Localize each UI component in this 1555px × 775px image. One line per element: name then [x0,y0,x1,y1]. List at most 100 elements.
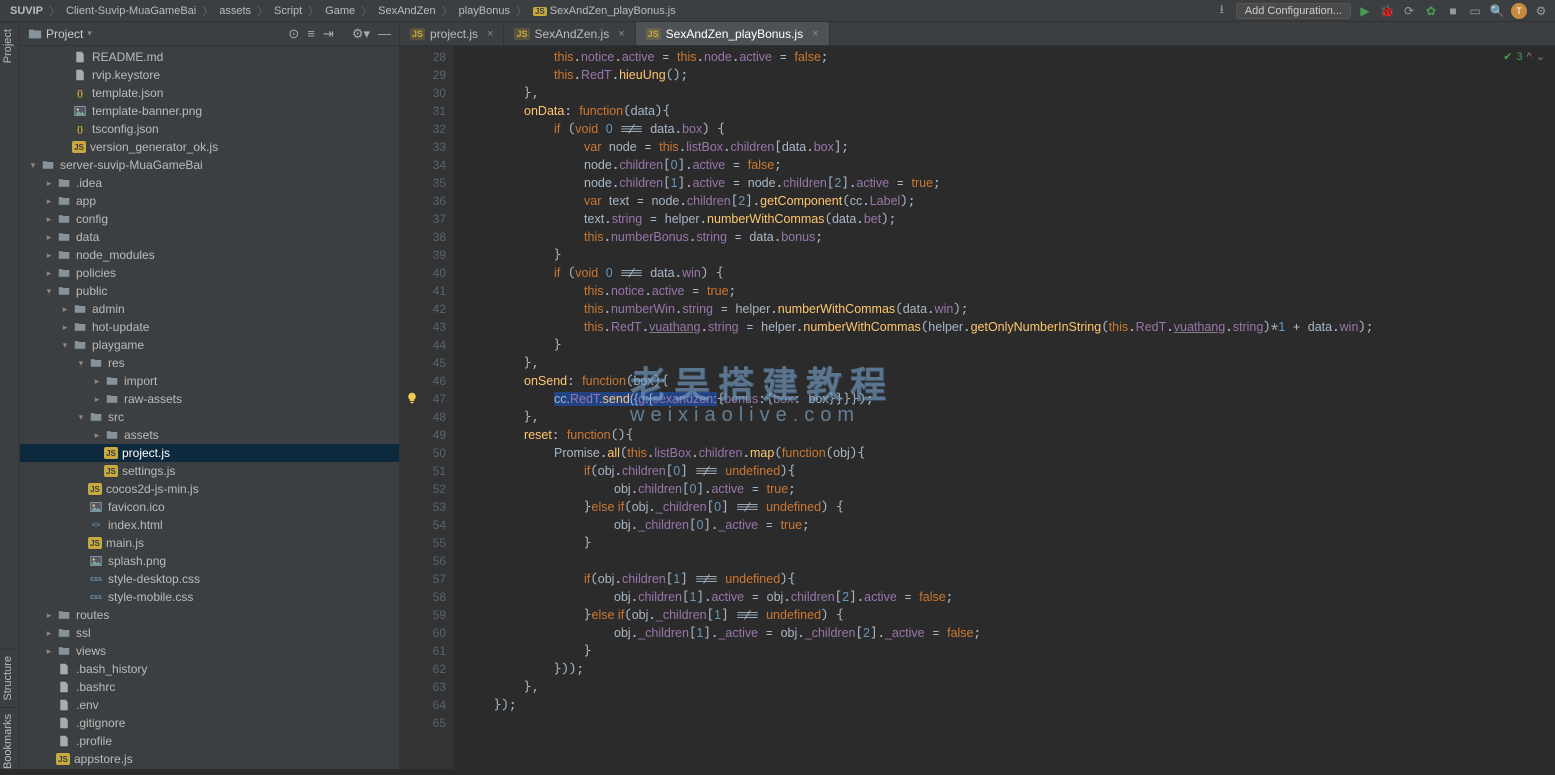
line-number[interactable]: 45 [402,354,446,372]
line-number[interactable]: 65 [402,714,446,732]
tree-item[interactable]: admin [20,300,399,318]
stop-icon[interactable]: ■ [1445,3,1461,19]
tree-item[interactable]: app [20,192,399,210]
tree-item[interactable]: README.md [20,48,399,66]
panel-options-icon[interactable]: ⚙▾ [352,26,370,42]
pull-icon[interactable]: ⭳ [1214,3,1230,19]
line-number[interactable]: 57 [402,570,446,588]
tree-item[interactable]: policies [20,264,399,282]
line-number[interactable]: 58 [402,588,446,606]
line-number-gutter[interactable]: 2829303132333435363738394041424344454647… [400,46,454,769]
tree-item[interactable]: ssl [20,624,399,642]
breadcrumb-item[interactable]: SexAndZen [374,5,439,17]
line-number[interactable]: 59 [402,606,446,624]
code-editor[interactable]: this.notice.active = this.node.active = … [454,46,1555,769]
tree-item[interactable]: JSsettings.js [20,462,399,480]
line-number[interactable]: 56 [402,552,446,570]
expand-all-icon[interactable]: ≡ [307,26,315,42]
tree-item[interactable]: JSmain.js [20,534,399,552]
structure-tool-tab[interactable]: Structure [0,649,16,707]
close-tab-icon[interactable]: × [812,28,818,40]
tree-item[interactable]: import [20,372,399,390]
tree-item[interactable]: public [20,282,399,300]
tree-item[interactable]: template-banner.png [20,102,399,120]
search-icon[interactable]: 🔍 [1489,3,1505,19]
tree-item[interactable]: .profile [20,732,399,750]
line-number[interactable]: 63 [402,678,446,696]
debug-icon[interactable]: 🐞 [1379,3,1395,19]
settings-icon[interactable]: ⚙ [1533,3,1549,19]
tree-item[interactable]: .bashrc [20,678,399,696]
close-tab-icon[interactable]: × [487,28,493,40]
editor-tab[interactable]: JSSexAndZen_playBonus.js× [636,22,830,45]
breadcrumb-item[interactable]: Client-Suvip-MuaGameBai [62,5,200,17]
line-number[interactable]: 31 [402,102,446,120]
line-number[interactable]: 50 [402,444,446,462]
line-number[interactable]: 30 [402,84,446,102]
select-opened-file-icon[interactable]: ⊙ [288,26,299,42]
line-number[interactable]: 29 [402,66,446,84]
line-number[interactable]: 38 [402,228,446,246]
tree-item[interactable]: JSversion_generator_ok.js [20,138,399,156]
breadcrumb-item[interactable]: assets [215,5,255,17]
breadcrumb-item[interactable]: SUVIP [6,5,47,17]
line-number[interactable]: 33 [402,138,446,156]
tree-item[interactable]: {}template.json [20,84,399,102]
tree-item[interactable]: hot-update [20,318,399,336]
project-panel-title[interactable]: Project ▾ [28,27,92,41]
line-number[interactable]: 41 [402,282,446,300]
line-number[interactable]: 40 [402,264,446,282]
tree-item[interactable]: JSproject.js [20,444,399,462]
tree-item[interactable]: .gitignore [20,714,399,732]
project-tool-tab[interactable]: Project [0,22,16,69]
line-number[interactable]: 49 [402,426,446,444]
line-number[interactable]: 44 [402,336,446,354]
breadcrumb-item[interactable]: JSSexAndZen_playBonus.js [529,5,680,17]
tree-item[interactable]: data [20,228,399,246]
tree-item[interactable]: playgame [20,336,399,354]
line-number[interactable]: 64 [402,696,446,714]
line-number[interactable]: 53 [402,498,446,516]
run-icon[interactable]: ▶ [1357,3,1373,19]
line-number[interactable]: 43 [402,318,446,336]
tree-item[interactable]: <>index.html [20,516,399,534]
line-number[interactable]: 60 [402,624,446,642]
line-number[interactable]: 54 [402,516,446,534]
profile-icon[interactable]: ✿ [1423,3,1439,19]
tree-item[interactable]: server-suvip-MuaGameBai [20,156,399,174]
line-number[interactable]: 52 [402,480,446,498]
line-number[interactable]: 55 [402,534,446,552]
bookmarks-tool-tab[interactable]: Bookmarks [0,707,16,775]
collapse-all-icon[interactable]: ⇥ [323,26,334,42]
breadcrumb-item[interactable]: playBonus [455,5,514,17]
tree-item[interactable]: src [20,408,399,426]
line-number[interactable]: 28 [402,48,446,66]
tree-item[interactable]: {}tsconfig.json [20,120,399,138]
editor-tab[interactable]: JSproject.js× [400,22,504,45]
tree-item[interactable]: node_modules [20,246,399,264]
coverage-icon[interactable]: ⟳ [1401,3,1417,19]
line-number[interactable]: 51 [402,462,446,480]
tree-item[interactable]: .bash_history [20,660,399,678]
tree-item[interactable]: views [20,642,399,660]
tree-item[interactable]: raw-assets [20,390,399,408]
tree-item[interactable]: JScocos2d-js-min.js [20,480,399,498]
avatar-icon[interactable]: T [1511,3,1527,19]
editor-tab[interactable]: JSSexAndZen.js× [504,22,635,45]
tree-item[interactable]: splash.png [20,552,399,570]
intention-bulb-icon[interactable] [406,392,418,404]
tree-item[interactable]: rvip.keystore [20,66,399,84]
line-number[interactable]: 46 [402,372,446,390]
tree-item[interactable]: .idea [20,174,399,192]
tree-item[interactable]: res [20,354,399,372]
line-number[interactable]: 47 [402,390,446,408]
device-icon[interactable]: ▭ [1467,3,1483,19]
tree-item[interactable]: cssstyle-mobile.css [20,588,399,606]
line-number[interactable]: 62 [402,660,446,678]
line-number[interactable]: 48 [402,408,446,426]
line-number[interactable]: 34 [402,156,446,174]
run-configuration-selector[interactable]: Add Configuration... [1236,3,1351,19]
tree-item[interactable]: JSappstore.js [20,750,399,768]
tree-item[interactable]: .env [20,696,399,714]
hide-panel-icon[interactable]: — [378,26,391,42]
